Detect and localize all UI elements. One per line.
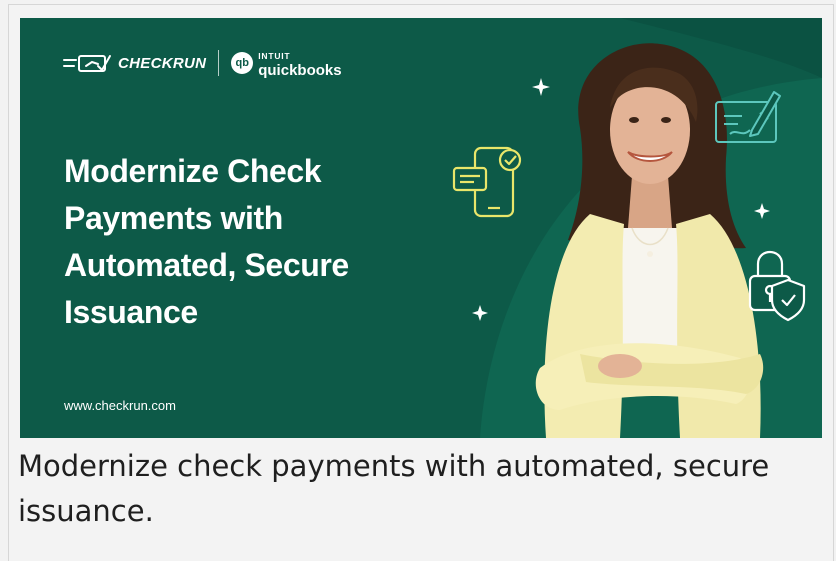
quickbooks-logo-icon: qb xyxy=(231,52,254,74)
checkrun-wordmark: CHECKRUN xyxy=(118,54,207,72)
intuit-label: INTUIT xyxy=(258,51,291,61)
image-caption: Modernize check payments with automated,… xyxy=(18,449,770,528)
sparkle-icon xyxy=(472,305,488,321)
headline-line: Issuance xyxy=(64,294,198,330)
headline-line: Payments with xyxy=(64,200,283,236)
quickbooks-wordmark: quickbooks xyxy=(258,62,342,79)
brand-lockup[interactable]: CHECKRUN qb INTUIT quickbooks xyxy=(62,50,342,78)
mobile-payment-icon xyxy=(452,146,522,218)
sparkle-icon xyxy=(532,78,550,96)
brand-divider xyxy=(218,50,220,76)
checkrun-logo-icon xyxy=(63,55,111,72)
banner-headline: Modernize Check Payments with Automated,… xyxy=(64,148,424,336)
banner-url: www.checkrun.com xyxy=(64,398,176,413)
quickbooks-label: INTUIT quickbooks xyxy=(258,47,341,79)
headline-line: Modernize Check xyxy=(64,153,322,189)
headline-line: Automated, Secure xyxy=(64,247,349,283)
promo-banner[interactable]: CHECKRUN qb INTUIT quickbooks Modernize … xyxy=(20,18,822,438)
